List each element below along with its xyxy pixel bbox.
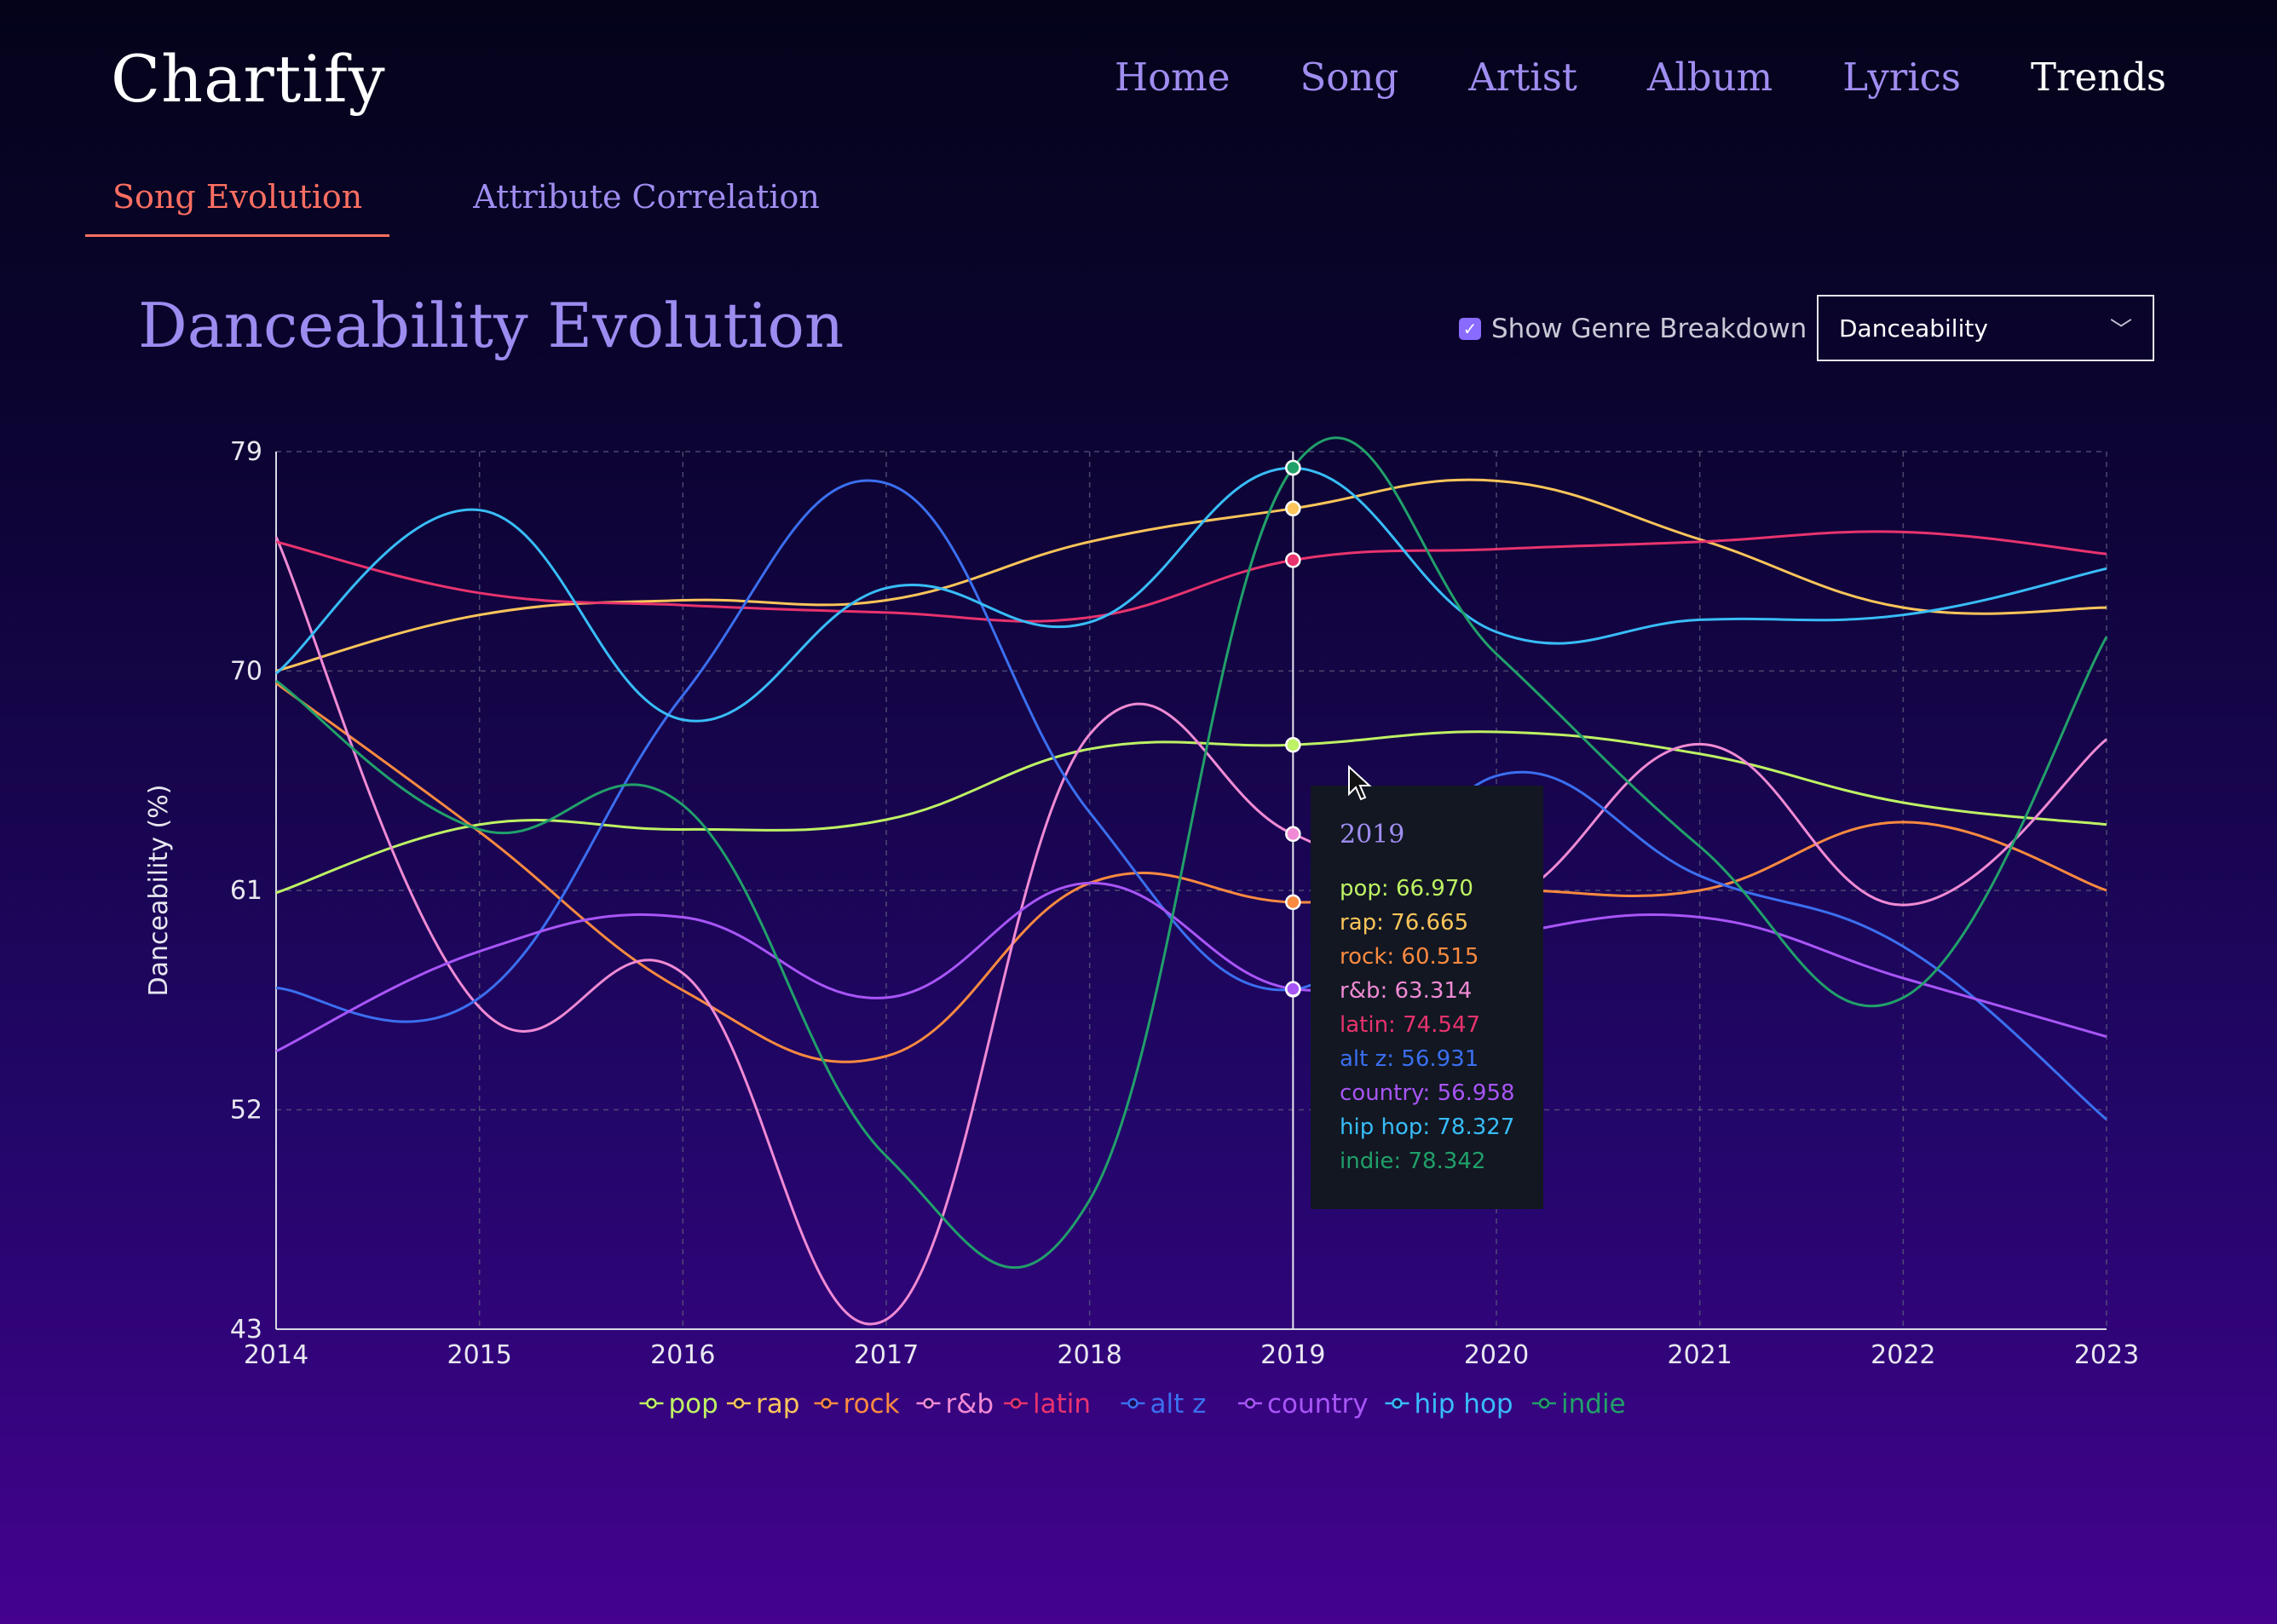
tooltip-row: r&b: 63.314 bbox=[1340, 978, 1473, 1004]
legend-item[interactable]: r&b bbox=[916, 1389, 994, 1420]
series-line-rap bbox=[275, 478, 2107, 672]
tooltip-row: indie: 78.342 bbox=[1340, 1149, 1486, 1174]
legend-label: r&b bbox=[946, 1389, 994, 1420]
legend-label: alt z bbox=[1150, 1389, 1207, 1420]
legend-marker bbox=[821, 1397, 832, 1409]
legend-label: country bbox=[1267, 1389, 1369, 1420]
hover-point bbox=[1285, 826, 1301, 843]
x-tick-label: 2022 bbox=[1871, 1340, 1935, 1370]
chart-tooltip: 2019 pop: 66.970 rap: 76.665 rock: 60.515 r… bbox=[1311, 786, 1543, 1209]
hover-point bbox=[1285, 500, 1301, 517]
mouse-pointer-icon bbox=[1348, 765, 1372, 801]
legend-marker bbox=[1392, 1397, 1403, 1409]
series-line-hiphop bbox=[275, 466, 2107, 723]
hover-point bbox=[1285, 894, 1301, 911]
tooltip-row: latin: 74.547 bbox=[1340, 1012, 1481, 1038]
legend-marker bbox=[1538, 1397, 1550, 1409]
legend-label: indie bbox=[1561, 1389, 1626, 1420]
hover-point bbox=[1285, 981, 1301, 997]
series-line-latin bbox=[275, 530, 2107, 623]
legend-marker bbox=[1010, 1397, 1022, 1409]
legend-item[interactable]: latin bbox=[1004, 1389, 1091, 1420]
legend-marker bbox=[923, 1397, 934, 1409]
tooltip-row: country: 56.958 bbox=[1340, 1080, 1515, 1106]
legend-item[interactable]: indie bbox=[1532, 1389, 1626, 1420]
legend-marker bbox=[646, 1397, 657, 1409]
legend-label: latin bbox=[1033, 1389, 1091, 1420]
y-tick-label: 79 bbox=[230, 437, 262, 467]
legend-label: rap bbox=[756, 1389, 799, 1420]
series-line-indie bbox=[275, 436, 2108, 1270]
legend-marker bbox=[733, 1397, 745, 1409]
hover-point bbox=[1285, 552, 1301, 568]
y-tick-label: 61 bbox=[230, 876, 262, 906]
legend-item[interactable]: hip hop bbox=[1385, 1389, 1513, 1420]
tooltip-title: 2019 bbox=[1340, 820, 1405, 849]
danceability-line-chart: 43526170792014 2015 2016 2017 2018 2019 2020 20… bbox=[144, 436, 2139, 1420]
series-line-country bbox=[275, 881, 2107, 1053]
legend-item[interactable]: pop bbox=[639, 1389, 718, 1420]
x-tick-label: 2017 bbox=[854, 1340, 919, 1370]
legend-item[interactable]: alt z bbox=[1121, 1389, 1207, 1420]
legend-label: hip hop bbox=[1415, 1389, 1513, 1420]
y-axis-label: Danceability (%) bbox=[144, 785, 174, 997]
x-tick-label: 2023 bbox=[2074, 1340, 2139, 1370]
x-tick-label: 2016 bbox=[650, 1340, 715, 1370]
x-tick-label: 2019 bbox=[1260, 1340, 1325, 1370]
x-tick-label: 2020 bbox=[1464, 1340, 1529, 1370]
legend-marker bbox=[1127, 1397, 1138, 1409]
x-tick-label: 2021 bbox=[1667, 1340, 1732, 1370]
x-tick-label: 2014 bbox=[244, 1340, 308, 1370]
y-tick-label: 70 bbox=[230, 657, 262, 687]
legend-label: rock bbox=[844, 1389, 900, 1420]
tooltip-row: alt z: 56.931 bbox=[1340, 1046, 1479, 1072]
legend-item[interactable]: country bbox=[1238, 1389, 1369, 1420]
legend-marker bbox=[1244, 1397, 1256, 1409]
y-tick-label: 52 bbox=[230, 1096, 262, 1126]
hover-point bbox=[1285, 736, 1301, 753]
x-tick-label: 2015 bbox=[447, 1340, 511, 1370]
tooltip-row: rock: 60.515 bbox=[1340, 944, 1479, 970]
x-tick-label: 2018 bbox=[1057, 1340, 1121, 1370]
tooltip-row: hip hop: 78.327 bbox=[1340, 1114, 1515, 1140]
tooltip-row: rap: 76.665 bbox=[1340, 910, 1469, 936]
hover-point bbox=[1285, 459, 1301, 476]
legend-item[interactable]: rock bbox=[814, 1389, 900, 1420]
series-line-rock bbox=[275, 682, 2107, 1063]
legend-item[interactable]: rap bbox=[727, 1389, 799, 1420]
tooltip-row: pop: 66.970 bbox=[1340, 876, 1473, 901]
series-line-pop bbox=[275, 730, 2107, 895]
legend-label: pop bbox=[669, 1389, 718, 1420]
